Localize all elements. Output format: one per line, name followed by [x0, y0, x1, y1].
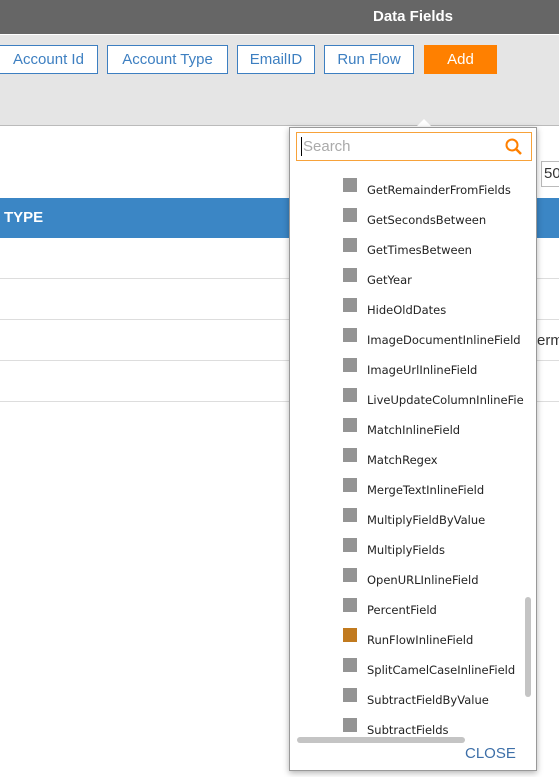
list-item[interactable]: GetTimesBetween — [290, 234, 524, 264]
list-item-label: MatchRegex — [367, 453, 438, 467]
list-item-label: GetTimesBetween — [367, 243, 472, 257]
list-item[interactable]: HideOldDates — [290, 294, 524, 324]
column-header-type[interactable]: TYPE — [4, 209, 43, 226]
list-item[interactable]: MergeTextInlineField — [290, 474, 524, 504]
account-type-button[interactable]: Account Type — [107, 45, 228, 74]
list-item-label: HideOldDates — [367, 303, 447, 317]
list-item[interactable]: MultiplyFieldByValue — [290, 504, 524, 534]
header-bar: Data Fields — [0, 0, 559, 34]
list-item-label: PercentField — [367, 603, 437, 617]
page-size-input[interactable]: 50 — [541, 161, 559, 187]
list-item[interactable]: MatchRegex — [290, 444, 524, 474]
toolbar: Account Id Account Type EmailID Run Flow… — [0, 35, 559, 126]
emailid-button[interactable]: EmailID — [237, 45, 315, 74]
list-item-label: SplitCamelCaseInlineField — [367, 663, 516, 677]
popup-arrow — [416, 119, 432, 127]
list-item[interactable]: GetRemainderFromFields — [290, 174, 524, 204]
list-item-label: SubtractFields — [367, 723, 449, 736]
list-item-label: MatchInlineField — [367, 423, 461, 437]
field-type-icon — [343, 688, 357, 702]
list-item-label: OpenURLInlineField — [367, 573, 479, 587]
field-type-icon — [343, 538, 357, 552]
list-item[interactable]: PercentField — [290, 594, 524, 624]
horizontal-scrollbar[interactable] — [297, 737, 465, 743]
list-item[interactable]: SplitCamelCaseInlineField — [290, 654, 524, 684]
field-type-icon — [343, 598, 357, 612]
table-cell: erm — [537, 332, 559, 349]
list-item-label: MultiplyFieldByValue — [367, 513, 486, 527]
search-icon[interactable] — [505, 138, 523, 156]
field-type-icon — [343, 208, 357, 222]
search-box[interactable] — [296, 132, 532, 161]
search-input[interactable] — [301, 137, 505, 156]
add-button[interactable]: Add — [424, 45, 497, 74]
close-button[interactable]: CLOSE — [465, 745, 516, 762]
field-picker-popup: GetRemainderFromFields GetSecondsBetween G… — [289, 127, 537, 771]
field-type-icon — [343, 448, 357, 462]
field-type-icon — [343, 358, 357, 372]
list-item[interactable]: LiveUpdateColumnInlineField — [290, 384, 524, 414]
list-item[interactable]: OpenURLInlineField — [290, 564, 524, 594]
list-item[interactable]: GetSecondsBetween — [290, 204, 524, 234]
list-item[interactable]: ImageUrlInlineField — [290, 354, 524, 384]
list-item-label: MultiplyFields — [367, 543, 445, 557]
list-item-label: ImageDocumentInlineField — [367, 333, 521, 347]
field-type-icon — [343, 478, 357, 492]
list-item[interactable]: MatchInlineField — [290, 414, 524, 444]
page-title: Data Fields — [373, 8, 454, 25]
field-type-icon — [343, 388, 357, 402]
field-type-icon — [343, 568, 357, 582]
list-item[interactable]: SubtractFields — [290, 714, 524, 736]
list-item-label: LiveUpdateColumnInlineField — [367, 393, 524, 407]
list-item[interactable]: ImageDocumentInlineField — [290, 324, 524, 354]
list-item-label: RunFlowInlineField — [367, 633, 474, 647]
list-item-label: GetYear — [367, 273, 412, 287]
field-type-icon — [343, 628, 357, 642]
field-type-icon — [343, 238, 357, 252]
run-flow-button[interactable]: Run Flow — [324, 45, 414, 74]
field-type-icon — [343, 658, 357, 672]
field-type-icon — [343, 718, 357, 732]
list-item[interactable]: MultiplyFields — [290, 534, 524, 564]
list-item[interactable]: SubtractFieldByValue — [290, 684, 524, 714]
field-type-icon — [343, 268, 357, 282]
list-item-label: MergeTextInlineField — [367, 483, 485, 497]
list-item[interactable]: GetYear — [290, 264, 524, 294]
field-type-icon — [343, 508, 357, 522]
list-item[interactable]: RunFlowInlineField — [290, 624, 524, 654]
field-list: GetRemainderFromFields GetSecondsBetween G… — [290, 174, 524, 736]
list-item-label: SubtractFieldByValue — [367, 693, 489, 707]
field-type-icon — [343, 328, 357, 342]
account-id-button[interactable]: Account Id — [0, 45, 98, 74]
list-item-label: GetRemainderFromFields — [367, 183, 511, 197]
field-type-icon — [343, 298, 357, 312]
list-item-label: ImageUrlInlineField — [367, 363, 478, 377]
vertical-scrollbar[interactable] — [525, 597, 531, 697]
list-item-label: GetSecondsBetween — [367, 213, 487, 227]
field-type-icon — [343, 178, 357, 192]
field-type-icon — [343, 418, 357, 432]
